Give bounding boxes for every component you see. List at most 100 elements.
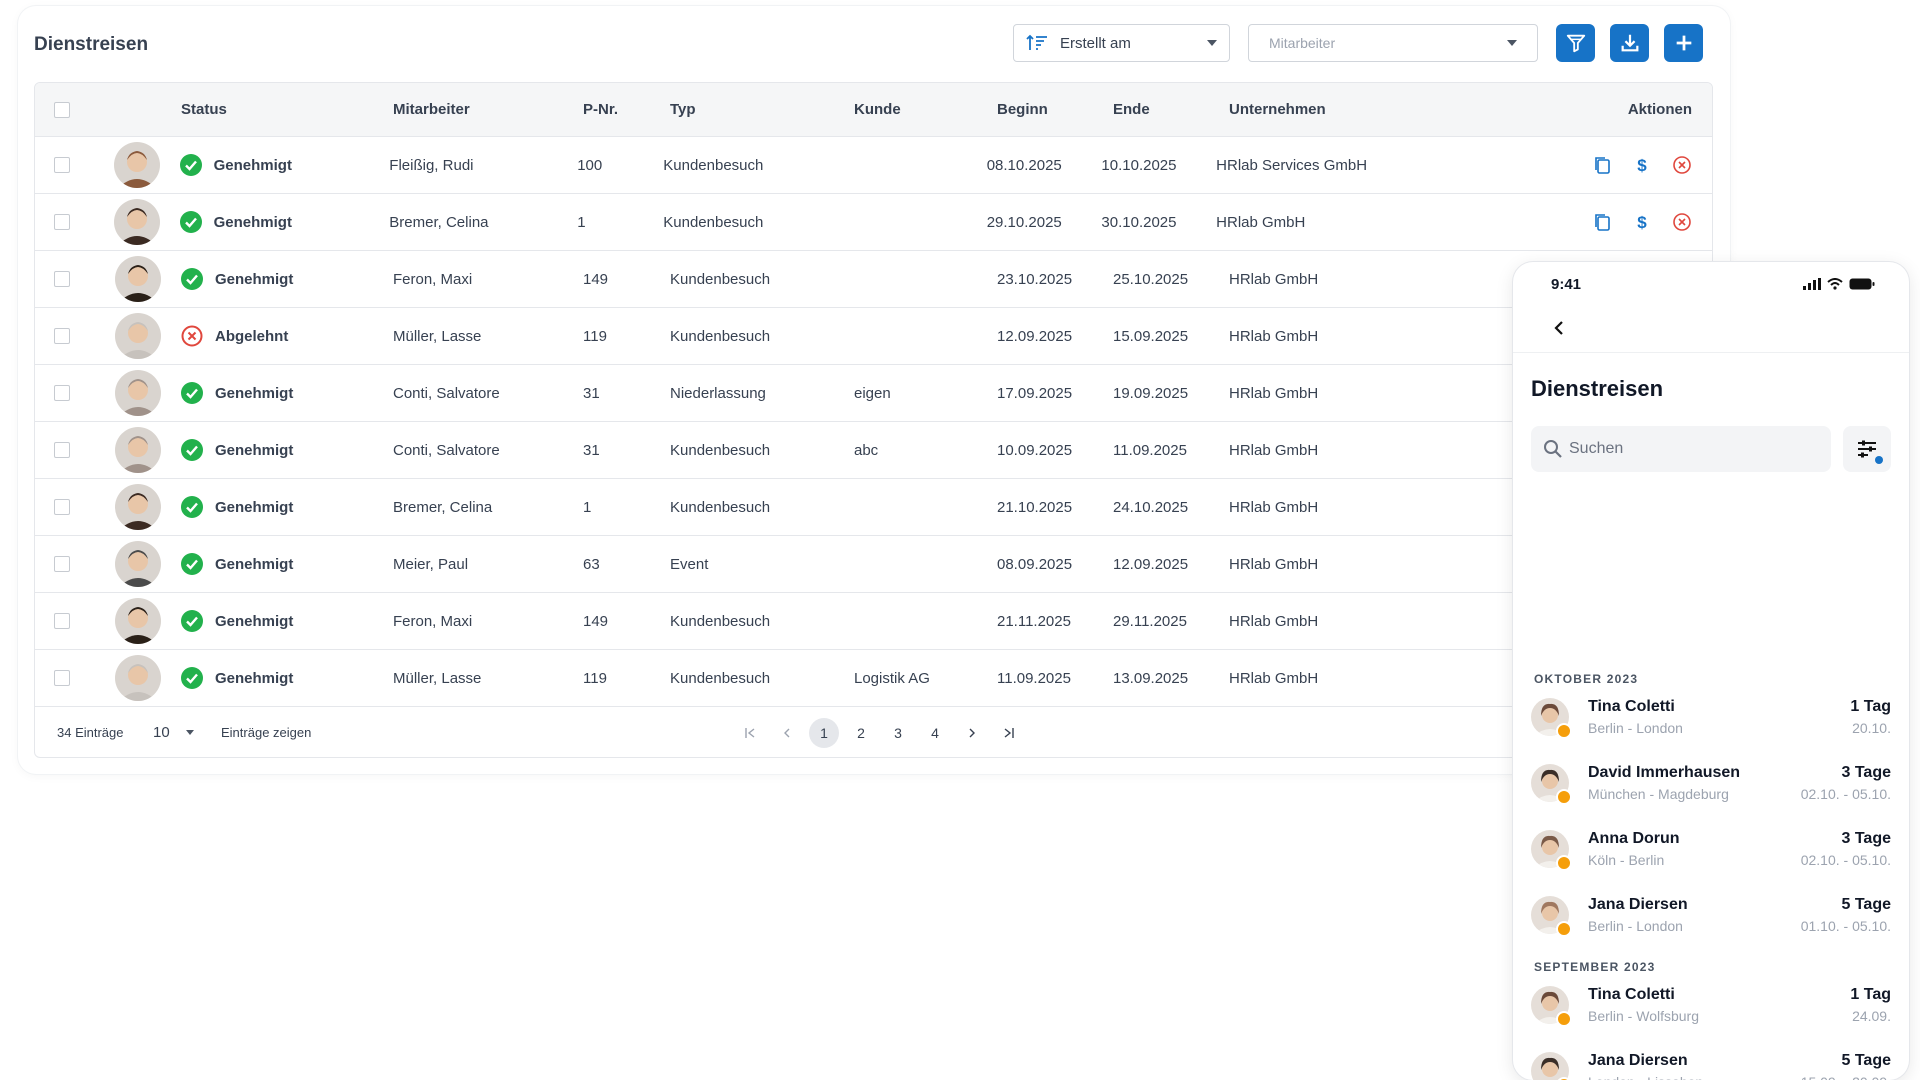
row-checkbox[interactable] <box>54 670 70 686</box>
cell-kunde: abc <box>854 441 879 459</box>
check-circle-icon <box>179 154 202 176</box>
header-ende[interactable]: Ende <box>1113 83 1229 136</box>
avatar-image <box>115 256 161 302</box>
check-circle-icon <box>181 496 203 518</box>
copy-icon[interactable] <box>1592 155 1612 175</box>
trip-list-item[interactable]: Anna Dorun Köln - Berlin 3 Tage 02.10. - 05… <box>1531 830 1891 876</box>
table-row[interactable]: Genehmigt Müller, Lasse 119 Kundenbesuch Log… <box>35 650 1712 707</box>
back-icon[interactable] <box>1549 318 1569 338</box>
cell-mitarbeiter: Conti, Salvatore <box>393 441 500 459</box>
table-row[interactable]: Genehmigt Bremer, Celina 1 Kundenbesuch 29.1… <box>35 194 1712 251</box>
table-row[interactable]: Genehmigt Conti, Salvatore 31 Kundenbesuch a… <box>35 422 1712 479</box>
table-row[interactable]: Genehmigt Conti, Salvatore 31 Niederlassung… <box>35 365 1712 422</box>
dollar-icon[interactable]: $ <box>1632 155 1652 175</box>
per-page-select[interactable]: 10 <box>153 724 194 741</box>
header-pnr[interactable]: P-Nr. <box>583 83 670 136</box>
row-checkbox[interactable] <box>54 385 70 401</box>
trip-person-name: Tina Coletti <box>1588 986 1675 1003</box>
cell-mitarbeiter: Fleißig, Rudi <box>389 156 474 174</box>
trip-dates: 15.09. - 20.09. <box>1801 1074 1891 1080</box>
download-button[interactable] <box>1610 24 1649 62</box>
page-button-3[interactable]: 3 <box>883 718 913 748</box>
cell-pnr: 149 <box>583 612 609 630</box>
status-badge: Genehmigt <box>181 422 393 478</box>
mobile-app-preview: 9:41 Dienstreisen Suchen OKTOBER 2023 Tin… <box>1513 262 1909 1080</box>
avatar <box>115 598 161 644</box>
trip-list-item[interactable]: Tina Coletti Berlin - Wolfsburg 1 Tag 24.09… <box>1531 986 1891 1032</box>
check-circle-icon <box>181 268 203 290</box>
last-page-icon <box>1004 727 1014 738</box>
cell-ende: 15.09.2025 <box>1113 327 1189 345</box>
status-label: Genehmigt <box>215 669 294 687</box>
row-checkbox[interactable] <box>54 556 70 572</box>
table-row[interactable]: Genehmigt Feron, Maxi 149 Kundenbesuch 23.10… <box>35 251 1712 308</box>
status-badge: Genehmigt <box>181 251 393 307</box>
trip-badge-icon <box>1556 855 1572 871</box>
header-unternehmen[interactable]: Unternehmen <box>1229 83 1609 136</box>
page-button-1[interactable]: 1 <box>809 717 839 748</box>
status-label: Genehmigt <box>215 498 294 516</box>
table-header: Status Mitarbeiter P-Nr. Typ Kunde Begin… <box>35 83 1712 137</box>
trip-list-item[interactable]: Jana Diersen Berlin - London 5 Tage 01.10. … <box>1531 896 1891 942</box>
trip-list-item[interactable]: Tina Coletti Berlin - London 1 Tag 20.10. <box>1531 698 1891 744</box>
first-page-button[interactable] <box>735 718 765 748</box>
header-kunde[interactable]: Kunde <box>854 83 997 136</box>
cancel-circle-icon[interactable] <box>1672 155 1692 175</box>
page-button-2[interactable]: 2 <box>846 718 876 748</box>
trip-dates: 01.10. - 05.10. <box>1800 918 1891 934</box>
header-mitarbeiter[interactable]: Mitarbeiter <box>393 83 583 136</box>
table-row[interactable]: Abgelehnt Müller, Lasse 119 Kundenbesuch 12.… <box>35 308 1712 365</box>
row-checkbox[interactable] <box>54 214 70 230</box>
avatar <box>115 256 161 302</box>
copy-icon[interactable] <box>1592 212 1612 232</box>
avatar-image <box>115 313 161 359</box>
page-button-4[interactable]: 4 <box>920 718 950 748</box>
search-placeholder: Suchen <box>1569 440 1624 457</box>
table-row[interactable]: Genehmigt Fleißig, Rudi 100 Kundenbesuch 08.… <box>35 137 1712 194</box>
filter-button[interactable] <box>1556 24 1595 62</box>
trip-dates: 20.10. <box>1852 720 1891 736</box>
avatar <box>115 427 161 473</box>
status-label: Genehmigt <box>213 156 292 174</box>
add-button[interactable] <box>1664 24 1703 62</box>
last-page-button[interactable] <box>994 718 1024 748</box>
table-row[interactable]: Genehmigt Feron, Maxi 149 Kundenbesuch 21.11… <box>35 593 1712 650</box>
dollar-icon[interactable]: $ <box>1632 212 1652 232</box>
cell-typ: Niederlassung <box>670 384 766 402</box>
page-title: Dienstreisen <box>34 34 149 55</box>
trip-duration: 3 Tage <box>1841 764 1892 781</box>
cell-ende: 30.10.2025 <box>1101 213 1177 231</box>
row-checkbox[interactable] <box>54 271 70 287</box>
row-checkbox[interactable] <box>54 328 70 344</box>
cell-pnr: 1 <box>583 498 592 516</box>
mobile-filter-button[interactable] <box>1843 426 1891 472</box>
row-checkbox[interactable] <box>54 442 70 458</box>
header-aktionen: Aktionen <box>1627 101 1692 118</box>
row-checkbox[interactable] <box>54 157 70 173</box>
employee-select[interactable]: Mitarbeiter <box>1248 24 1538 62</box>
cell-ende: 29.11.2025 <box>1113 612 1187 630</box>
trip-list-item[interactable]: David Immerhausen München - Magdeburg 3 Ta… <box>1531 764 1891 810</box>
row-checkbox[interactable] <box>54 613 70 629</box>
cell-beginn: 08.09.2025 <box>997 555 1073 573</box>
avatar-image <box>114 142 161 188</box>
cancel-circle-icon[interactable] <box>1672 212 1692 232</box>
next-page-button[interactable] <box>957 718 987 748</box>
cell-ende: 13.09.2025 <box>1113 669 1189 687</box>
prev-page-button[interactable] <box>772 718 802 748</box>
row-checkbox[interactable] <box>54 499 70 515</box>
cell-typ: Kundenbesuch <box>670 270 771 288</box>
desktop-panel: Dienstreisen Erstellt am Mitarbeiter Sta… <box>18 6 1730 774</box>
header-status[interactable]: Status <box>181 83 393 136</box>
trip-list-item[interactable]: Jana Diersen London - Lissabon 5 Tage 15.09… <box>1531 1052 1891 1080</box>
trip-person-name: Jana Diersen <box>1588 1052 1688 1069</box>
trip-route: Köln - Berlin <box>1588 852 1665 868</box>
header-beginn[interactable]: Beginn <box>997 83 1113 136</box>
header-typ[interactable]: Typ <box>670 83 854 136</box>
select-all-checkbox[interactable] <box>54 101 70 118</box>
mobile-search-input[interactable]: Suchen <box>1531 426 1831 472</box>
sort-select[interactable]: Erstellt am <box>1013 24 1230 62</box>
table-row[interactable]: Genehmigt Meier, Paul 63 Event 08.09.2025 12.… <box>35 536 1712 593</box>
chevron-down-icon <box>1507 40 1517 46</box>
table-row[interactable]: Genehmigt Bremer, Celina 1 Kundenbesuch 21.1… <box>35 479 1712 536</box>
